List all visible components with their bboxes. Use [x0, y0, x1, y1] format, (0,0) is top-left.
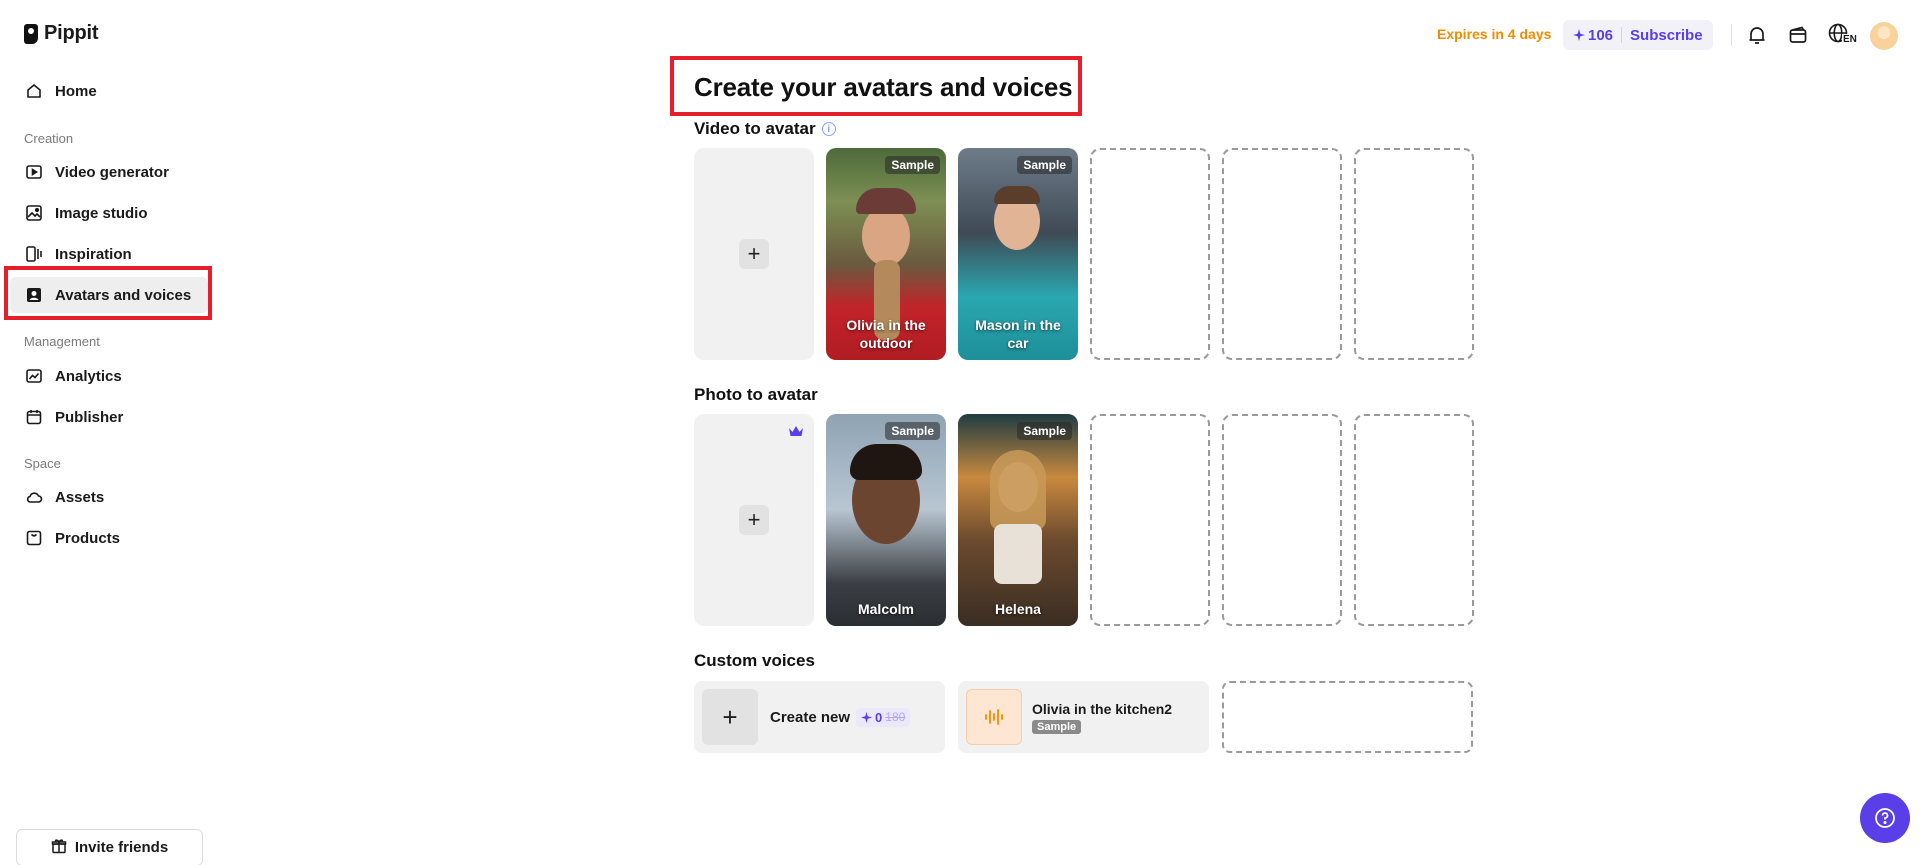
section-title-video-to-avatar: Video to avatar i — [694, 119, 836, 139]
video-plus-icon — [25, 163, 43, 181]
sample-badge: Sample — [885, 156, 940, 174]
avatar-cap — [856, 188, 916, 214]
avatar-hair — [990, 450, 1046, 530]
subscription-expiry-text[interactable]: Expires in 4 days — [1437, 26, 1551, 42]
add-video-avatar-card[interactable]: + — [694, 148, 814, 360]
image-icon — [25, 204, 43, 222]
sidebar-item-video-generator[interactable]: Video generator — [10, 154, 208, 190]
sidebar-item-label: Home — [55, 82, 97, 100]
sidebar-item-label: Assets — [55, 488, 105, 506]
avatar-hair — [850, 444, 922, 480]
avatar-thumbnail — [826, 414, 946, 626]
analytics-icon — [25, 367, 43, 385]
question-icon — [1875, 808, 1895, 828]
plus-icon: + — [702, 689, 758, 745]
language-globe-icon[interactable]: EN — [1826, 22, 1858, 48]
sidebar-item-image-studio[interactable]: Image studio — [10, 195, 208, 231]
sample-badge: Sample — [1017, 422, 1072, 440]
home-icon — [25, 82, 43, 100]
empty-avatar-slot — [1354, 148, 1474, 360]
sidebar-item-label: Avatars and voices — [55, 286, 192, 304]
help-button[interactable] — [1860, 793, 1910, 843]
avatar-name: Olivia in the outdoor — [846, 316, 926, 351]
avatar-thumbnail — [958, 414, 1078, 626]
sparkle-icon — [861, 711, 873, 723]
cloud-icon — [25, 488, 43, 506]
sidebar-item-label: Publisher — [55, 408, 124, 426]
create-voice-card[interactable]: + Create new 0 180 — [694, 681, 945, 753]
voice-original-cost: 180 — [885, 710, 906, 724]
sidebar: Pippit Home Creation Video generator Ima… — [0, 0, 216, 865]
empty-avatar-slot — [1222, 414, 1342, 626]
credits-badge[interactable]: 106 Subscribe — [1563, 20, 1713, 50]
invite-friends-label: Invite friends — [74, 839, 169, 856]
avatar-hair — [994, 186, 1040, 204]
voice-name: Olivia in the kitchen2 — [1032, 700, 1173, 717]
avatar-name: Malcolm — [857, 600, 914, 617]
empty-avatar-slot — [1222, 148, 1342, 360]
sidebar-item-publisher[interactable]: Publisher — [10, 399, 208, 435]
sample-voice-card[interactable]: Olivia in the kitchen2 Sample — [958, 681, 1209, 753]
sample-badge: Sample — [1032, 719, 1082, 734]
subscribe-button[interactable]: Subscribe — [1630, 27, 1703, 44]
avatar-top-clothing — [994, 524, 1042, 584]
info-icon[interactable]: i — [821, 122, 836, 136]
sidebar-item-analytics[interactable]: Analytics — [10, 358, 208, 394]
avatar-face — [862, 206, 910, 266]
voice-cost-badge: 0 180 — [856, 707, 911, 727]
voice-cost: 0 — [875, 709, 883, 725]
sidebar-item-label: Inspiration — [55, 245, 132, 263]
invite-friends-button[interactable]: Invite friends — [16, 829, 203, 865]
empty-voice-slot — [1222, 681, 1473, 753]
section-label-space: Space — [24, 456, 61, 471]
sample-badge: Sample — [885, 422, 940, 440]
brand-name: Pippit — [44, 22, 99, 44]
page-title: Create your avatars and voices — [694, 72, 1073, 102]
sample-avatar-card-malcolm[interactable]: Sample Malcolm — [826, 414, 946, 626]
sample-avatar-card-olivia[interactable]: Sample Olivia in the outdoor — [826, 148, 946, 360]
premium-crown-icon — [789, 426, 803, 436]
user-avatar[interactable] — [1870, 22, 1898, 50]
plus-icon: + — [739, 505, 769, 535]
wallet-icon[interactable] — [1785, 22, 1811, 48]
sidebar-item-label: Analytics — [55, 367, 122, 385]
section-title-photo-to-avatar: Photo to avatar — [694, 385, 818, 404]
plus-icon: + — [739, 239, 769, 269]
inspiration-icon — [25, 245, 43, 263]
avatar-name: Mason in the car — [975, 316, 1061, 351]
empty-avatar-slot — [1090, 148, 1210, 360]
audio-wave-icon — [966, 689, 1022, 745]
section-label-creation: Creation — [24, 131, 74, 146]
sidebar-item-products[interactable]: Products — [10, 520, 208, 556]
credits-divider — [1621, 27, 1623, 43]
sample-badge: Sample — [1017, 156, 1072, 174]
add-photo-avatar-card[interactable]: + — [694, 414, 814, 626]
sample-avatar-card-mason[interactable]: Sample Mason in the car — [958, 148, 1078, 360]
sidebar-item-inspiration[interactable]: Inspiration — [10, 236, 208, 272]
credits-count: 106 — [1573, 27, 1613, 44]
sample-avatar-card-helena[interactable]: Sample Helena — [958, 414, 1078, 626]
avatar-name: Helena — [995, 600, 1041, 617]
brand-logo[interactable]: Pippit — [24, 22, 99, 45]
create-new-label: Create new — [770, 708, 851, 726]
pippit-logo-icon — [24, 23, 38, 44]
sidebar-item-home[interactable]: Home — [10, 73, 208, 109]
sparkle-icon — [1573, 29, 1585, 41]
language-code: EN — [1842, 34, 1858, 45]
topbar-divider — [1731, 24, 1732, 46]
notification-bell-icon[interactable] — [1744, 22, 1770, 48]
avatar-icon — [25, 286, 43, 304]
section-label-management: Management — [24, 334, 100, 349]
gift-icon — [51, 838, 67, 858]
empty-avatar-slot — [1090, 414, 1210, 626]
sidebar-item-label: Image studio — [55, 204, 148, 222]
section-title-custom-voices: Custom voices — [694, 651, 815, 670]
product-box-icon — [25, 529, 43, 547]
calendar-icon — [25, 408, 43, 426]
sidebar-item-avatars-and-voices[interactable]: Avatars and voices — [10, 277, 208, 313]
empty-avatar-slot — [1354, 414, 1474, 626]
sidebar-item-label: Products — [55, 529, 121, 547]
sidebar-item-assets[interactable]: Assets — [10, 479, 208, 515]
sidebar-item-label: Video generator — [55, 163, 169, 181]
